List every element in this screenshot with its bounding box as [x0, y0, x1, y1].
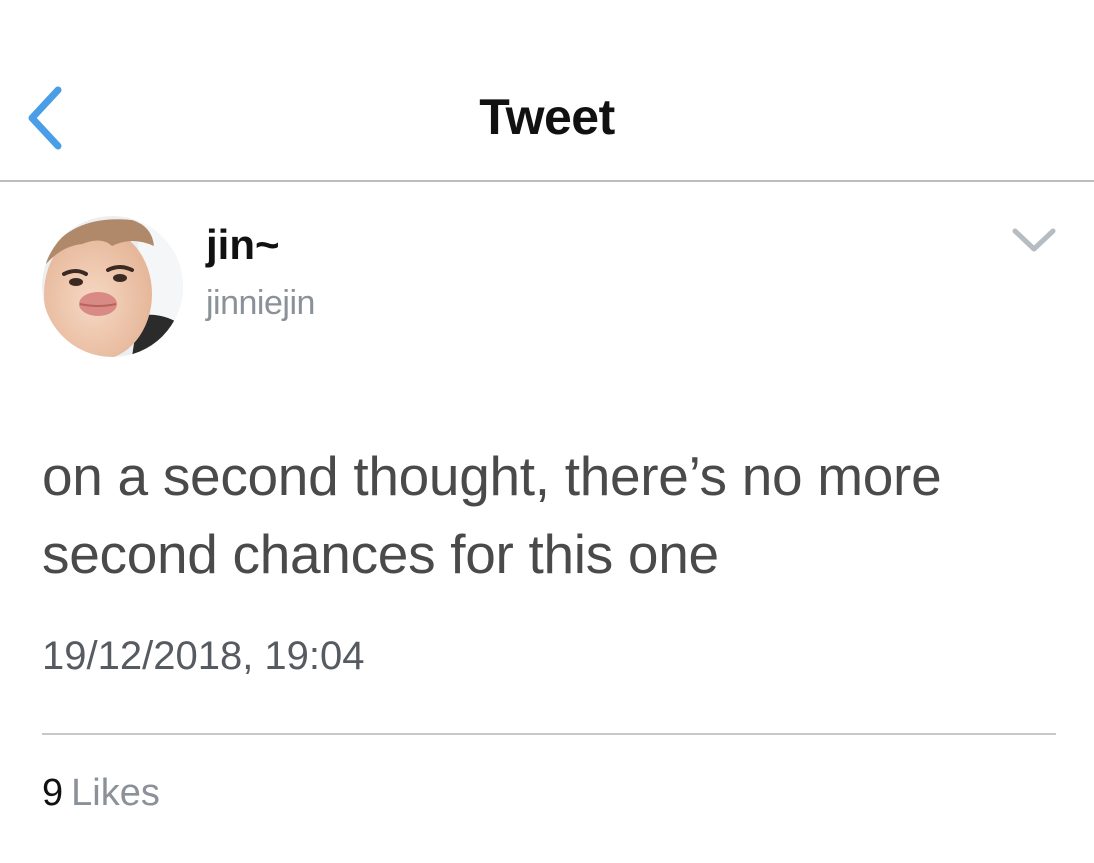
tweet-timestamp: 19/12/2018, 19:04 — [42, 634, 365, 678]
avatar-photo — [42, 216, 183, 357]
divider — [42, 733, 1056, 735]
likes-link[interactable]: 9 Likes — [42, 772, 160, 815]
tweet-menu-button[interactable] — [1008, 220, 1060, 260]
likes-count: 9 — [42, 772, 64, 814]
likes-label: Likes — [71, 772, 160, 814]
tweet-text: on a second thought, there’s no more sec… — [42, 445, 942, 585]
author-handle: jinniejin — [206, 284, 315, 322]
chevron-down-icon — [1012, 228, 1056, 252]
avatar[interactable] — [42, 216, 183, 357]
navigation-bar: Tweet — [0, 0, 1094, 182]
author-display-name[interactable]: jin~ — [206, 221, 280, 269]
page-title: Tweet — [479, 89, 615, 145]
